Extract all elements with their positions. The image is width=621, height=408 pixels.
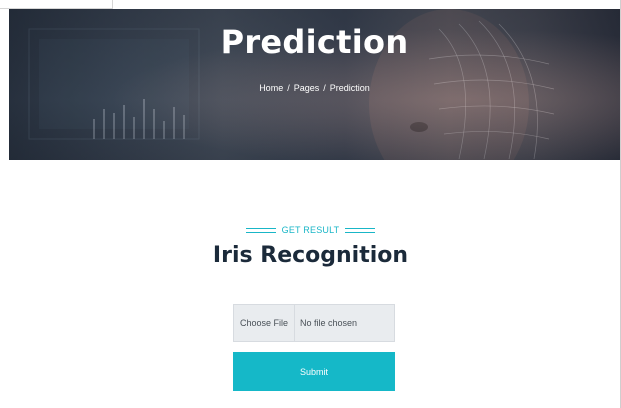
breadcrumb-pages[interactable]: Pages (294, 83, 320, 93)
breadcrumb: Home / Pages / Prediction (9, 83, 620, 93)
eyebrow-lines-right (345, 228, 376, 234)
breadcrumb-separator: / (287, 83, 290, 93)
section-eyebrow: GET RESULT (0, 225, 621, 235)
top-strip (0, 0, 113, 9)
section-title: Iris Recognition (212, 243, 409, 268)
eyebrow-lines-left (245, 228, 276, 234)
file-input[interactable]: Choose File No file chosen (233, 304, 395, 342)
breadcrumb-current: Prediction (329, 83, 370, 93)
breadcrumb-separator: / (323, 83, 326, 93)
page-title: Prediction (220, 23, 409, 61)
eyebrow-text: GET RESULT (281, 225, 340, 235)
submit-button[interactable]: Submit (233, 352, 395, 391)
breadcrumb-home[interactable]: Home (259, 83, 283, 93)
choose-file-button[interactable]: Choose File (234, 305, 296, 341)
file-status-text: No file chosen (300, 318, 358, 328)
hero-banner: Prediction Home / Pages / Prediction (9, 9, 620, 160)
